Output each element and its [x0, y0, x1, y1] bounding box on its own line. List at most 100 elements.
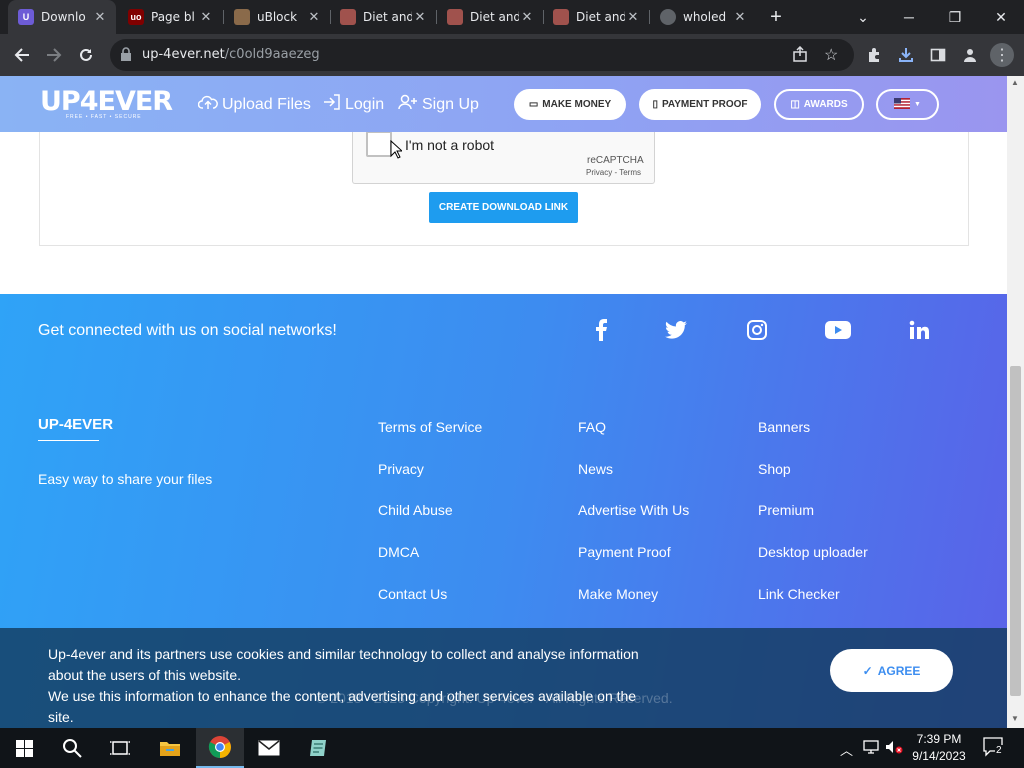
language-selector[interactable]: ▼ — [876, 89, 939, 120]
extensions-puzzle-icon[interactable] — [862, 43, 886, 67]
minimize-icon[interactable]: ─ — [886, 0, 932, 34]
restore-icon[interactable]: ❐ — [932, 0, 978, 34]
close-tab-icon[interactable]: ✕ — [92, 9, 108, 25]
close-tab-icon[interactable]: ✕ — [306, 9, 322, 25]
download-icon[interactable] — [894, 43, 918, 67]
make-money-label: MAKE MONEY — [542, 99, 612, 110]
search-icon[interactable] — [48, 728, 96, 768]
bookmark-star-icon[interactable]: ☆ — [824, 45, 838, 65]
footer-link-contact[interactable]: Contact Us — [378, 586, 447, 602]
reload-icon[interactable] — [74, 43, 98, 67]
back-arrow-icon[interactable] — [10, 43, 34, 67]
footer-link-make-money[interactable]: Make Money — [578, 586, 658, 602]
close-tab-icon[interactable]: ✕ — [732, 9, 748, 25]
close-window-icon[interactable]: ✕ — [978, 0, 1024, 34]
chrome-menu-icon[interactable]: ⋮ — [990, 43, 1014, 67]
scroll-up-arrow-icon[interactable]: ▲ — [1011, 78, 1019, 87]
footer-link-link-checker[interactable]: Link Checker — [758, 586, 840, 602]
footer-brand-tagline: Easy way to share your files — [38, 471, 213, 487]
footer-link-banners[interactable]: Banners — [758, 419, 810, 435]
twitter-icon[interactable] — [662, 316, 690, 344]
url-domain: up-4ever.net — [142, 47, 225, 62]
forward-arrow-icon[interactable] — [42, 43, 66, 67]
gift-icon: ◫ — [790, 99, 800, 110]
notification-count: 2 — [995, 745, 1003, 756]
footer-link-premium[interactable]: Premium — [758, 502, 814, 518]
footer-link-advertise[interactable]: Advertise With Us — [578, 502, 689, 518]
footer-link-desktop-uploader[interactable]: Desktop uploader — [758, 544, 868, 560]
close-tab-icon[interactable]: ✕ — [198, 9, 214, 25]
tab-title: Page bl — [151, 10, 195, 24]
footer-link-terms[interactable]: Terms of Service — [378, 419, 482, 435]
notification-center-icon[interactable]: 2 — [983, 737, 1005, 760]
footer-link-payment-proof[interactable]: Payment Proof — [578, 544, 671, 560]
awards-button[interactable]: ◫ AWARDS — [774, 89, 864, 120]
scroll-down-arrow-icon[interactable]: ▼ — [1011, 714, 1019, 723]
upload-files-link[interactable]: Upload Files — [197, 94, 311, 115]
browser-tab-downloads[interactable]: U Downlo ✕ — [8, 0, 116, 34]
taskbar-clock[interactable]: 7:39 PM 9/14/2023 — [905, 731, 973, 765]
us-flag-icon — [894, 97, 911, 112]
lock-icon[interactable] — [120, 47, 132, 66]
linkedin-icon[interactable] — [905, 316, 933, 344]
page-scrollbar[interactable]: ▲ ▼ — [1007, 76, 1024, 728]
side-panel-icon[interactable] — [926, 43, 950, 67]
notes-app-icon[interactable] — [294, 728, 342, 768]
network-icon[interactable] — [863, 740, 879, 757]
footer-link-news[interactable]: News — [578, 461, 613, 477]
recaptcha-checkbox[interactable] — [366, 131, 392, 157]
signup-label: Sign Up — [422, 95, 479, 113]
browser-tab-diet-1[interactable]: Diet and ✕ — [330, 0, 436, 34]
create-download-link-button[interactable]: CREATE DOWNLOAD LINK — [429, 192, 578, 223]
file-explorer-icon[interactable] — [146, 728, 194, 768]
footer-link-child-abuse[interactable]: Child Abuse — [378, 502, 453, 518]
agree-button[interactable]: ✓ AGREE — [830, 649, 953, 692]
sign-in-icon — [323, 94, 341, 115]
facebook-icon[interactable] — [587, 316, 615, 344]
footer-link-faq[interactable]: FAQ — [578, 419, 606, 435]
mouse-cursor-icon — [390, 139, 404, 164]
windows-start-icon[interactable] — [0, 728, 48, 768]
upload-files-label: Upload Files — [222, 95, 311, 113]
instagram-icon[interactable] — [743, 316, 771, 344]
browser-tab-page-blocked[interactable]: uo Page bl ✕ — [118, 0, 222, 34]
payment-proof-button[interactable]: ▯ PAYMENT PROOF — [639, 89, 761, 120]
address-bar[interactable]: up-4ever.net/c0old9aaezeg ☆ — [110, 39, 854, 71]
diet-favicon-icon — [553, 9, 569, 25]
browser-tab-wholed[interactable]: wholed ✕ — [650, 0, 756, 34]
task-view-icon[interactable] — [96, 728, 144, 768]
youtube-icon[interactable] — [824, 316, 852, 344]
login-link[interactable]: Login — [323, 94, 384, 115]
footer-link-shop[interactable]: Shop — [758, 461, 791, 477]
close-tab-icon[interactable]: ✕ — [412, 9, 428, 25]
footer-link-privacy[interactable]: Privacy — [378, 461, 424, 477]
browser-tab-ublock[interactable]: uBlock ✕ — [224, 0, 330, 34]
url-path: /c0old9aaezeg — [224, 47, 320, 62]
close-tab-icon[interactable]: ✕ — [519, 9, 535, 25]
recaptcha-privacy-link[interactable]: Privacy — [586, 168, 612, 177]
profile-icon[interactable] — [958, 43, 982, 67]
url-text: up-4ever.net/c0old9aaezeg — [142, 47, 320, 62]
recaptcha-terms-link[interactable]: Terms — [619, 168, 641, 177]
signup-link[interactable]: Sign Up — [398, 94, 479, 115]
cloud-upload-icon — [197, 94, 218, 115]
tab-title: wholed — [683, 10, 727, 24]
agree-label: AGREE — [877, 663, 921, 678]
footer-link-dmca[interactable]: DMCA — [378, 544, 419, 560]
recaptcha-links: Privacy - Terms — [586, 168, 641, 177]
tab-search-chevron-icon[interactable]: ⌄ — [840, 0, 886, 34]
scrollbar-thumb[interactable] — [1010, 366, 1021, 696]
awards-label: AWARDS — [803, 99, 848, 110]
site-logo[interactable]: UP4EVER — [40, 86, 173, 117]
close-tab-icon[interactable]: ✕ — [625, 9, 641, 25]
make-money-button[interactable]: ▭ MAKE MONEY — [514, 89, 626, 120]
new-tab-icon[interactable]: + — [754, 0, 798, 34]
browser-tab-diet-3[interactable]: Diet and ✕ — [543, 0, 649, 34]
tray-chevron-up-icon[interactable]: ︿ — [840, 740, 853, 759]
volume-muted-icon[interactable] — [885, 740, 903, 757]
chrome-taskbar-icon[interactable] — [196, 728, 244, 768]
browser-tab-diet-2[interactable]: Diet and ✕ — [437, 0, 543, 34]
mail-icon[interactable] — [245, 728, 293, 768]
share-icon[interactable] — [792, 45, 808, 67]
social-title: Get connected with us on social networks… — [38, 322, 337, 339]
